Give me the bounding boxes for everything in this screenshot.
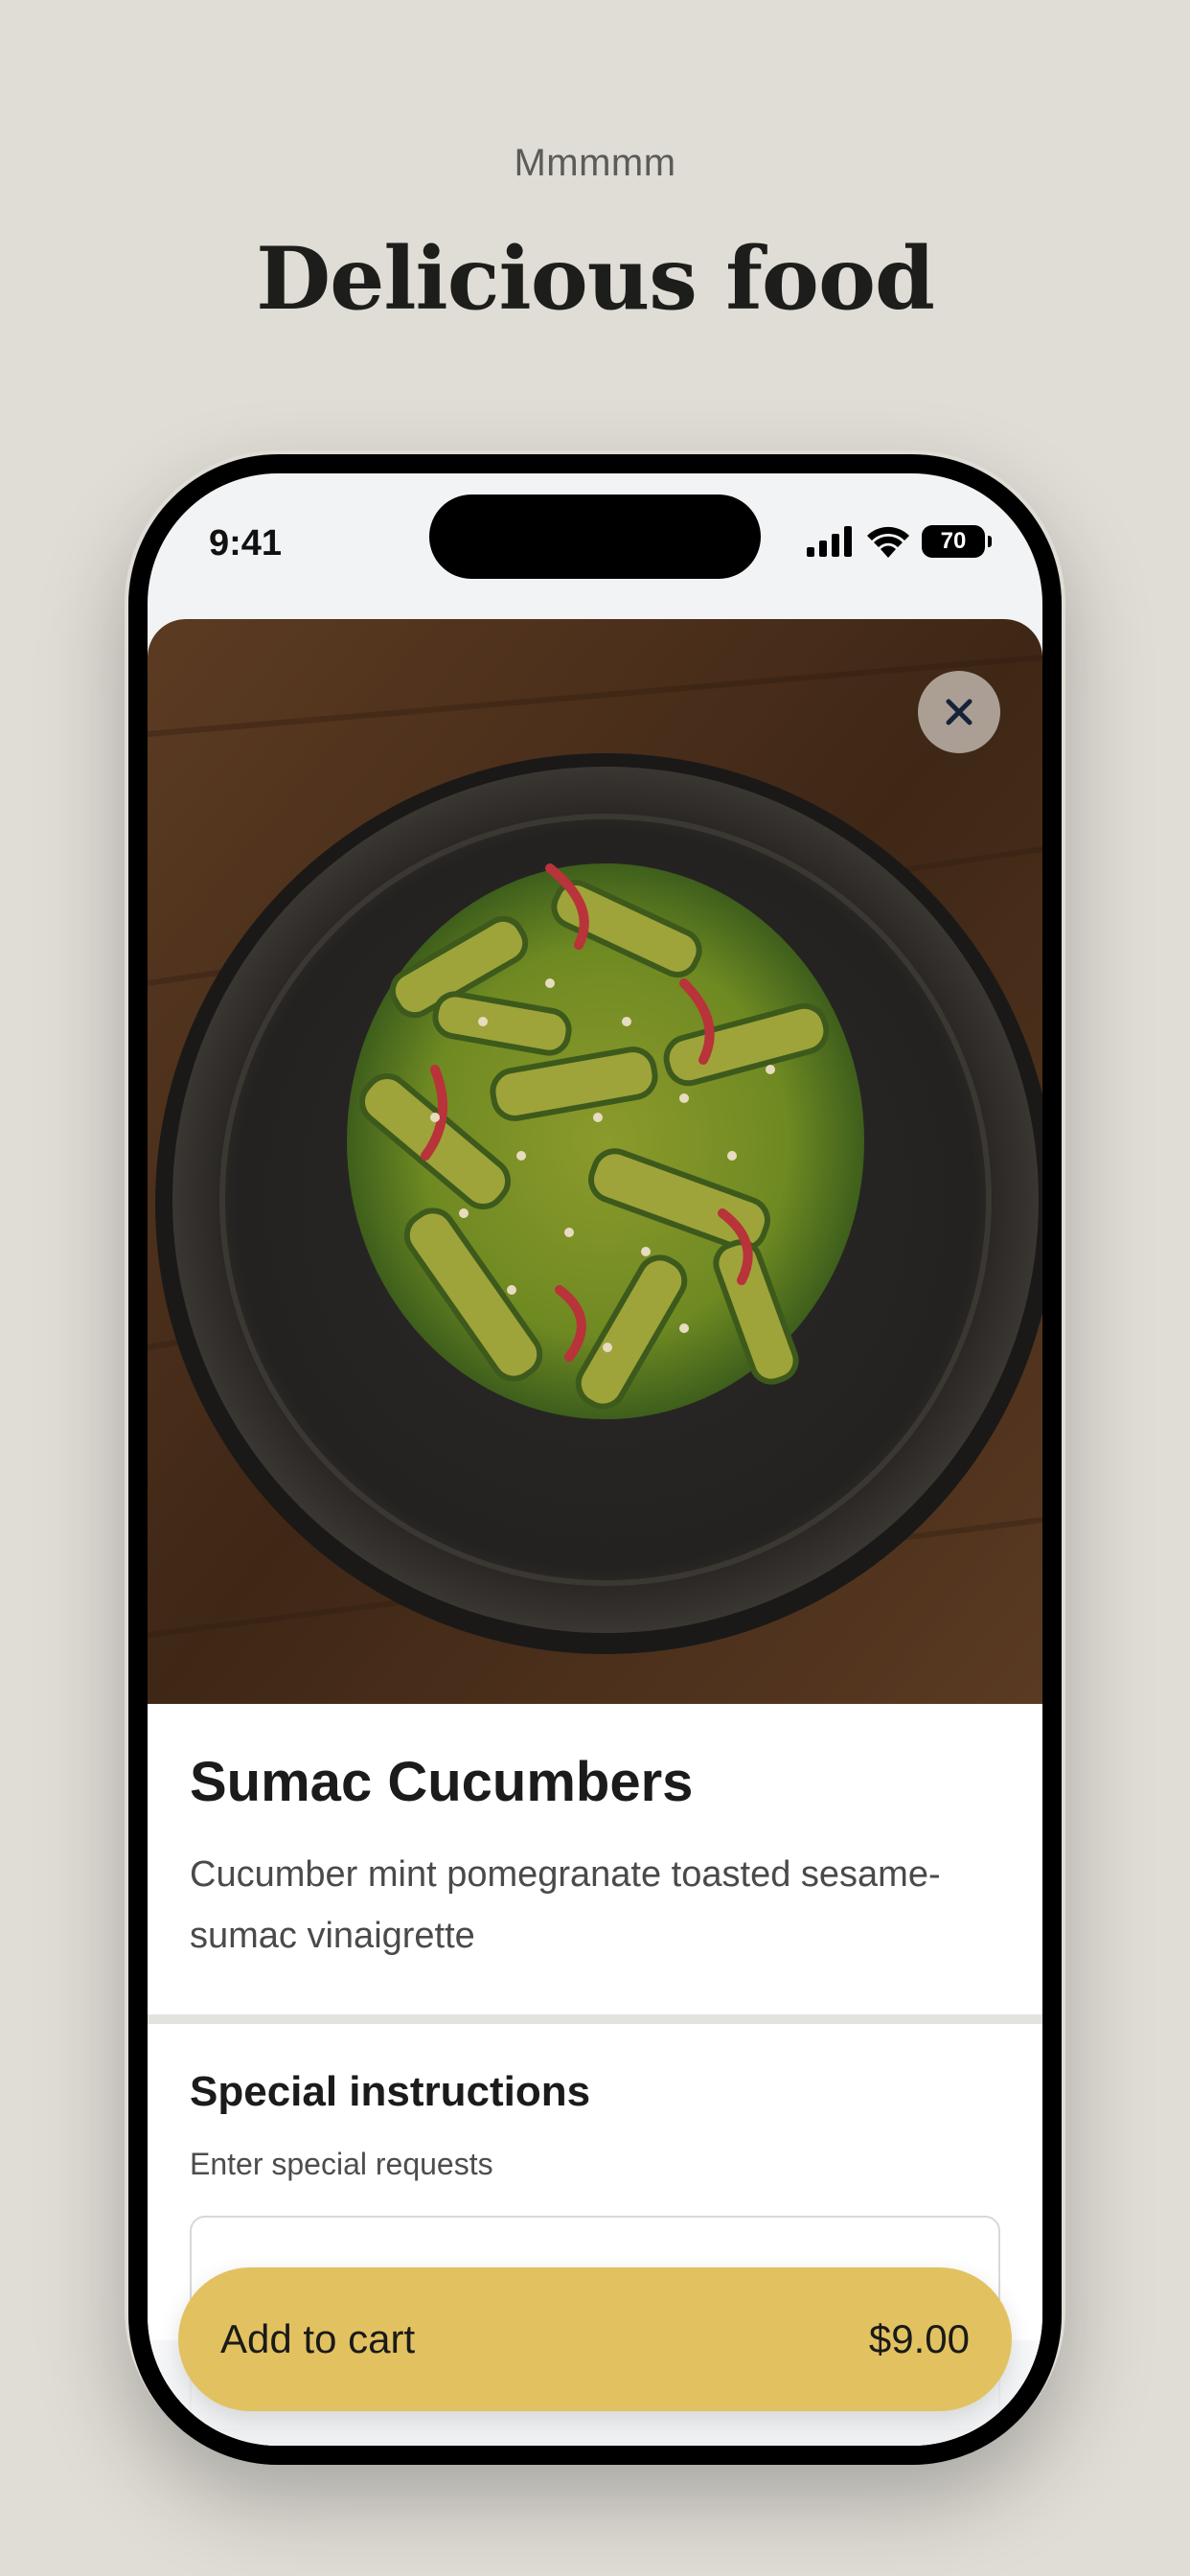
special-instructions-heading: Special instructions (190, 2068, 591, 2115)
close-button[interactable] (918, 671, 1000, 753)
food-photo (148, 619, 1042, 1704)
item-detail-sheet: Sumac Cucumbers Cucumber mint pomegranat… (148, 619, 1042, 2446)
add-to-cart-button[interactable]: Add to cart $9.00 (178, 2267, 1012, 2411)
phone-screen: 9:41 70 Sumac Cucumbers Cucumber mint po… (148, 473, 1042, 2446)
dynamic-island (429, 494, 761, 579)
phone-frame: 9:41 70 Sumac Cucumbers Cucumber mint po… (128, 454, 1062, 2465)
status-icons: 70 (807, 525, 992, 558)
page-title: Delicious food (256, 228, 935, 330)
status-time: 9:41 (209, 523, 283, 564)
close-icon (946, 699, 973, 725)
promo-page: Mmmmm Delicious food 9:41 70 Sumac Cucum… (0, 0, 1190, 2576)
add-to-cart-price: $9.00 (868, 2316, 970, 2361)
signal-icon (807, 526, 852, 557)
special-instructions-hint: Enter special requests (190, 2147, 493, 2181)
battery-level: 70 (940, 528, 967, 554)
section-divider (148, 2014, 1042, 2024)
kicker-text: Mmmmm (514, 142, 676, 184)
wifi-icon (867, 526, 909, 558)
item-description: Cucumber mint pomegranate toasted sesame… (190, 1854, 941, 1956)
add-to-cart-label: Add to cart (220, 2316, 416, 2361)
item-name: Sumac Cucumbers (190, 1751, 694, 1813)
battery-icon: 70 (922, 525, 992, 558)
